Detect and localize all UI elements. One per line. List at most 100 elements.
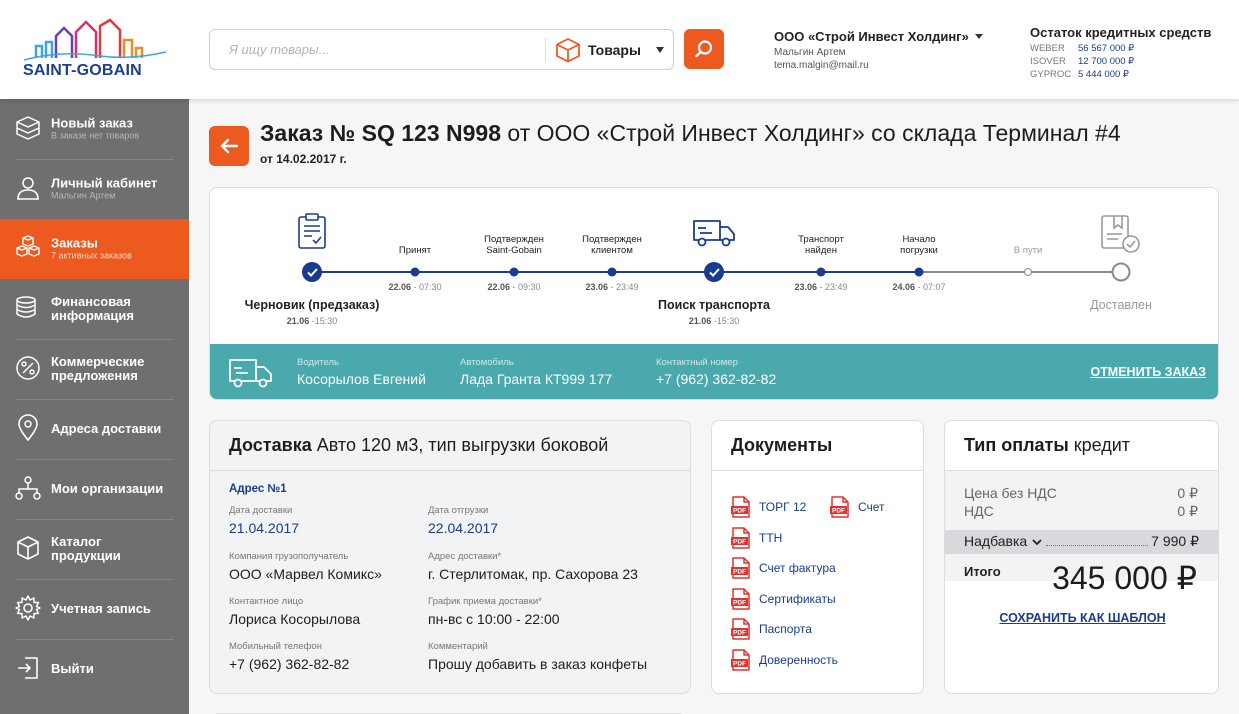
step-day: 22.06 xyxy=(487,282,510,292)
cancel-order-link[interactable]: ОТМЕНИТЬ ЗАКАЗ xyxy=(1090,365,1206,379)
logo-text: SAINT-GOBAIN xyxy=(23,62,142,79)
driver-bar: Водитель Косорылов Евгений Автомобиль Лада… xyxy=(210,344,1218,399)
percent-icon xyxy=(16,356,40,380)
sidebar-item-catalog[interactable]: Каталог продукции xyxy=(0,519,189,579)
document-label: ТОРГ 12 xyxy=(759,500,807,514)
arrow-left-icon xyxy=(220,138,238,154)
car-field: Автомобиль Лада Гранта КТ999 177 xyxy=(460,357,613,387)
chevron-down-icon xyxy=(1032,539,1042,546)
credit-row: ISOVER 12 700 000 ₽ xyxy=(1030,56,1135,67)
pdf-icon: PDF xyxy=(731,557,750,579)
check-icon xyxy=(708,267,720,277)
timeline-step-done-big xyxy=(302,262,322,282)
top-header: SAINT-GOBAIN Товары ООО «Строй Инвест Хо… xyxy=(0,0,1239,99)
svg-text:PDF: PDF xyxy=(832,508,845,515)
cube-icon xyxy=(17,536,39,560)
category-dropdown[interactable]: Товары xyxy=(555,30,673,69)
save-template-link[interactable]: СОХРАНИТЬ КАК ШАБЛОН xyxy=(945,611,1218,625)
markup-row[interactable]: Надбавка 7 990 ₽ xyxy=(945,530,1218,554)
sidebar-item-logout[interactable]: Выйти xyxy=(0,639,189,699)
order-source: от ООО «Строй Инвест Холдинг» со склада … xyxy=(507,120,1121,146)
svg-text:PDF: PDF xyxy=(733,569,746,576)
timeline-step-label: Транспорт найден xyxy=(798,234,844,256)
address-title: Адрес №1 xyxy=(229,483,287,495)
pdf-icon: PDF xyxy=(731,618,750,640)
document-link[interactable]: PDF Счет xyxy=(830,496,885,518)
sidebar-item-profile[interactable]: Личный кабинет Мальгин Артем xyxy=(0,159,189,219)
credit-row: WEBER 56 567 000 ₽ xyxy=(1030,43,1135,54)
boxes-icon xyxy=(16,235,40,257)
credit-title: Остаток кредитных средств xyxy=(1030,25,1212,40)
organization-selector[interactable]: ООО «Строй Инвест Холдинг» Мальгин Артем… xyxy=(774,29,1004,72)
pdf-icon: PDF xyxy=(731,527,750,549)
skyline-logo-icon xyxy=(23,18,167,61)
search-input[interactable] xyxy=(210,30,545,69)
timeline-step-date: 22.06 - 07:30 xyxy=(388,282,442,292)
order-tracking-card: Черновик (предзаказ) 21.06 -15:30 Принят 22… xyxy=(209,187,1219,400)
document-link[interactable]: PDF Паспорта xyxy=(731,618,812,640)
document-label: Доверенность xyxy=(759,653,838,667)
user-email: tema.malgin@mail.ru xyxy=(774,60,869,71)
step-day: 22.06 xyxy=(388,282,411,292)
documents-header: Документы xyxy=(712,421,923,471)
sidebar-item-organizations[interactable]: Мои организации xyxy=(0,459,189,519)
timeline-step-label: В пути xyxy=(1013,245,1043,256)
contact-field: Контактное лицо Лориса Косорылова xyxy=(229,596,361,627)
order-number: Заказ № SQ 123 N998 xyxy=(260,120,502,146)
timeline-step-label: Принят xyxy=(398,245,432,256)
timeline-step-date: 21.06 -15:30 xyxy=(688,316,740,326)
search-button[interactable] xyxy=(684,29,724,69)
logout-icon xyxy=(18,657,38,679)
sidebar: Новый заказ В заказе нет товаров Личный к… xyxy=(0,99,189,714)
timeline-step-date: 23.06 - 23:49 xyxy=(585,282,639,292)
page-title: Заказ № SQ 123 N998 от ООО «Строй Инвест… xyxy=(260,120,1121,147)
phone-field: Контактный номер +7 (962) 362-82-82 xyxy=(656,357,777,387)
document-link[interactable]: PDF Доверенность xyxy=(731,649,838,671)
org-name: ООО «Строй Инвест Холдинг» xyxy=(774,29,969,44)
timeline-step-pending-big xyxy=(1111,262,1131,282)
dotted-leader xyxy=(1046,545,1148,546)
timeline-pending-line xyxy=(919,271,1121,273)
timeline-step-done xyxy=(509,267,519,277)
sidebar-item-account[interactable]: Учетная запись xyxy=(0,579,189,639)
total-value: 345 000 ₽ xyxy=(1052,560,1197,596)
svg-text:PDF: PDF xyxy=(733,508,746,515)
document-link[interactable]: PDF ТОРГ 12 xyxy=(731,496,806,518)
delivered-document-icon xyxy=(1101,215,1140,253)
svg-text:PDF: PDF xyxy=(733,661,746,668)
schedule-field: График приема доставки* пн-вс с 10:00 - 2… xyxy=(428,596,560,627)
step-day: 23.06 xyxy=(794,282,817,292)
document-label: Счет xyxy=(858,500,885,514)
truck-icon xyxy=(693,220,735,247)
sidebar-item-addresses[interactable]: Адреса доставки xyxy=(0,399,189,459)
cube-icon xyxy=(556,37,580,62)
step-day: 21.06 xyxy=(688,316,712,326)
delivery-header: Доставка Авто 120 м3, тип выгрузки боково… xyxy=(210,421,690,471)
address-field: Адрес доставки* г. Стерлитомак, пр. Сахор… xyxy=(428,551,638,582)
back-button[interactable] xyxy=(209,126,249,166)
document-link[interactable]: PDF Счет фактура xyxy=(731,557,836,579)
timeline-step-label: Подтвержден Saint-Gobain xyxy=(484,234,544,256)
delivery-date-field: Дата доставки 21.04.2017 xyxy=(229,505,300,536)
sidebar-item-offers[interactable]: Коммерческие предложения xyxy=(0,339,189,399)
search-box: Товары xyxy=(209,29,674,70)
timeline-step-pending xyxy=(1024,268,1032,276)
timeline-step-done xyxy=(410,267,420,277)
saint-gobain-logo[interactable]: SAINT-GOBAIN xyxy=(20,18,170,80)
category-label: Товары xyxy=(588,41,641,58)
document-link[interactable]: PDF ТТН xyxy=(731,527,782,549)
svg-text:PDF: PDF xyxy=(733,600,746,607)
sidebar-item-finance[interactable]: Финансовая информация xyxy=(0,279,189,339)
document-label: Паспорта xyxy=(759,622,812,636)
sidebar-item-orders[interactable]: Заказы 7 активных заказов xyxy=(0,219,189,279)
search-divider xyxy=(545,38,546,62)
timeline-step-title: Доставлен xyxy=(1090,298,1152,312)
timeline-step-title: Черновик (предзаказ) xyxy=(244,298,380,312)
timeline-step-done-big xyxy=(704,262,724,282)
document-link[interactable]: PDF Сертификаты xyxy=(731,588,836,610)
price-row: Цена без НДС 0 ₽ xyxy=(964,485,1198,501)
search-icon xyxy=(695,40,713,58)
credit-balance: Остаток кредитных средств WEBER 56 567 00… xyxy=(1030,25,1235,81)
sidebar-item-new-order[interactable]: Новый заказ В заказе нет товаров xyxy=(0,99,189,159)
payment-header: Тип оплаты кредит xyxy=(945,421,1218,471)
